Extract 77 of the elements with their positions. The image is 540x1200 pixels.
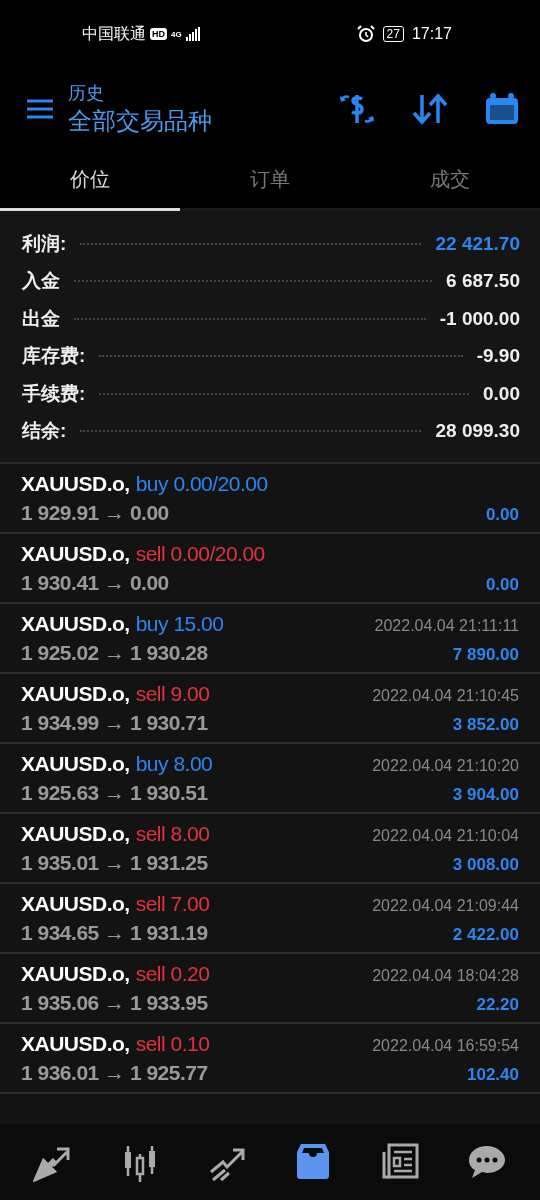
trade-time: 2022.04.04 21:09:44 xyxy=(372,897,519,915)
summary-label: 手续费: xyxy=(22,381,86,406)
trade-prices: 1 925.63 → 1 930.51 xyxy=(21,781,208,805)
network-type: 4G xyxy=(171,29,182,39)
trade-order: buy 0.00/20.00 xyxy=(135,472,268,496)
battery-level: 27 xyxy=(382,26,404,42)
trade-prices: 1 935.06 → 1 933.95 xyxy=(21,991,208,1015)
trade-row[interactable]: XAUUSD.o, sell 0.00/20.00 1 930.41 → 0.00 0.00 xyxy=(0,534,540,604)
trade-order: sell 0.20 xyxy=(135,962,210,986)
trade-time: 2022.04.04 18:04:28 xyxy=(372,967,519,985)
trade-time: 2022.04.04 21:10:20 xyxy=(372,757,519,775)
header-subtitle: 历史 xyxy=(68,82,105,105)
summary-value: 28 099.30 xyxy=(435,420,520,443)
trade-prices: 1 930.41 → 0.00 xyxy=(21,571,169,595)
trade-symbol: XAUUSD.o, xyxy=(21,612,130,636)
trade-time: 2022.04.04 21:10:45 xyxy=(372,687,519,705)
trade-order: buy 15.00 xyxy=(135,612,224,636)
trade-symbol: XAUUSD.o, xyxy=(21,892,130,916)
trade-time: 2022.04.04 21:10:04 xyxy=(372,827,519,845)
trade-symbol: XAUUSD.o, xyxy=(21,472,130,496)
trade-symbol: XAUUSD.o, xyxy=(21,542,130,566)
trade-order: sell 0.00/20.00 xyxy=(135,542,265,566)
trade-row[interactable]: XAUUSD.o, buy 8.00 2022.04.04 21:10:20 1 925.63 → 1 930.51 3 904.00 xyxy=(0,744,540,814)
summary-value: 0.00 xyxy=(483,382,520,405)
summary-value: 6 687.50 xyxy=(446,270,520,293)
trade-row[interactable]: XAUUSD.o, sell 0.20 2022.04.04 18:04:28 1 935.06 → 1 933.95 22.20 xyxy=(0,954,540,1024)
trade-profit: 22.20 xyxy=(476,995,519,1015)
summary-label: 出金 xyxy=(22,306,60,331)
trade-time: 2022.04.04 16:59:54 xyxy=(372,1037,519,1055)
trade-profit: 0.00 xyxy=(485,505,519,525)
trade-profit: 0.00 xyxy=(485,575,519,595)
summary-label: 库存费: xyxy=(22,344,86,369)
trade-profit: 3 008.00 xyxy=(452,855,519,875)
trade-row[interactable]: XAUUSD.o, sell 9.00 2022.04.04 21:10:45 1 934.99 → 1 930.71 3 852.00 xyxy=(0,674,540,744)
hd-badge: HD xyxy=(150,28,167,40)
trade-symbol: XAUUSD.o, xyxy=(21,962,130,986)
trade-profit: 3 904.00 xyxy=(452,785,519,805)
alarm-icon xyxy=(356,25,375,43)
trade-profit: 7 890.00 xyxy=(452,645,519,665)
trade-order: sell 9.00 xyxy=(135,682,210,706)
clock: 17:17 xyxy=(411,25,452,43)
trade-prices: 1 936.01 → 1 925.77 xyxy=(21,1061,208,1085)
trade-order: sell 7.00 xyxy=(135,892,210,916)
summary-value: -1 000.00 xyxy=(439,307,520,330)
trade-profit: 2 422.00 xyxy=(452,925,519,945)
trade-symbol: XAUUSD.o, xyxy=(21,822,130,846)
summary-label: 入金 xyxy=(22,269,60,294)
trade-row[interactable]: XAUUSD.o, buy 15.00 2022.04.04 21:11:11 1 925.02 → 1 930.28 7 890.00 xyxy=(0,604,540,674)
summary-value: 22 421.70 xyxy=(435,232,520,255)
dollar-exchange-icon[interactable] xyxy=(338,92,376,126)
sort-icon[interactable] xyxy=(412,93,448,125)
carrier-name: 中国联通 xyxy=(82,23,146,44)
trade-profit: 3 852.00 xyxy=(452,715,519,735)
trade-row[interactable]: XAUUSD.o, buy 0.00/20.00 1 929.91 → 0.00 0.00 xyxy=(0,464,540,534)
trade-prices: 1 934.99 → 1 930.71 xyxy=(21,711,208,735)
summary-label: 利润: xyxy=(22,231,67,256)
trade-order: sell 0.10 xyxy=(135,1032,210,1056)
trade-prices: 1 925.02 → 1 930.28 xyxy=(21,641,208,665)
trade-row[interactable]: XAUUSD.o, sell 7.00 2022.04.04 21:09:44 1 934.65 → 1 931.19 2 422.00 xyxy=(0,884,540,954)
trade-prices: 1 935.01 → 1 931.25 xyxy=(21,851,208,875)
calendar-icon[interactable] xyxy=(484,92,520,126)
trade-time: 2022.04.04 21:11:11 xyxy=(374,617,519,635)
trade-symbol: XAUUSD.o, xyxy=(21,682,130,706)
summary-value: -9.90 xyxy=(476,345,520,368)
trade-symbol: XAUUSD.o, xyxy=(21,752,130,776)
menu-button[interactable] xyxy=(26,98,54,120)
trade-row[interactable]: XAUUSD.o, sell 0.10 2022.04.04 16:59:54 1 936.01 → 1 925.77 102.40 xyxy=(0,1024,540,1094)
trade-profit: 102.40 xyxy=(467,1065,519,1085)
trade-prices: 1 934.65 → 1 931.19 xyxy=(21,921,208,945)
trade-prices: 1 929.91 → 0.00 xyxy=(21,501,169,525)
trade-row[interactable]: XAUUSD.o, sell 8.00 2022.04.04 21:10:04 1 935.01 → 1 931.25 3 008.00 xyxy=(0,814,540,884)
summary-label: 结余: xyxy=(22,419,67,444)
trade-order: buy 8.00 xyxy=(135,752,213,776)
trade-symbol: XAUUSD.o, xyxy=(21,1032,130,1056)
trade-order: sell 8.00 xyxy=(135,822,210,846)
header-title[interactable]: 全部交易品种 xyxy=(68,105,302,137)
signal-icon xyxy=(185,27,200,41)
